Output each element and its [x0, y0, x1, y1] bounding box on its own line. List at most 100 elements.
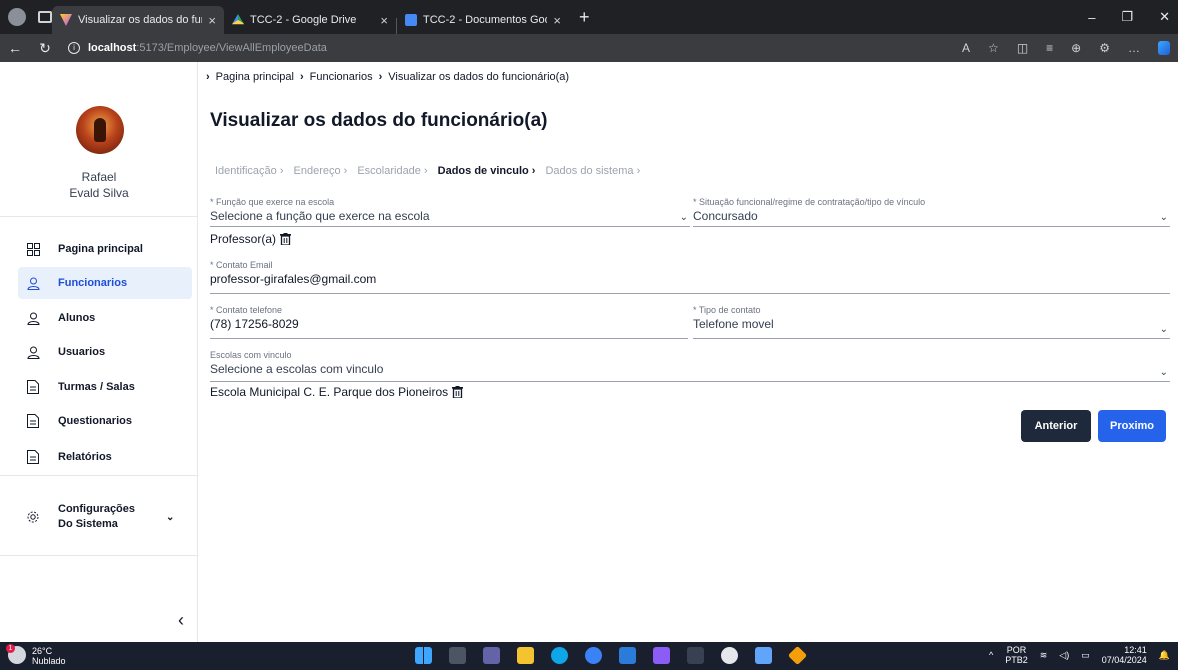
refresh-icon[interactable]: ↻ [30, 40, 60, 57]
terminal-icon[interactable] [687, 647, 704, 664]
sidebar-item-relatorios[interactable]: Relatórios [18, 441, 190, 473]
close-icon[interactable]: × [208, 13, 216, 28]
sidebar-item-label: Configurações Do Sistema [58, 503, 136, 530]
field-placeholder: Selecione a função que exerce na escola [210, 209, 430, 223]
close-icon[interactable]: × [553, 13, 561, 28]
browser-tab[interactable]: TCC-2 - Documentos Google × [397, 6, 569, 34]
extensions-icon[interactable]: ⚙ [1099, 41, 1110, 55]
field-value: Telefone movel [693, 317, 774, 331]
sidebar-item-label: Alunos [58, 312, 96, 324]
trash-icon[interactable] [280, 233, 292, 245]
new-tab-button[interactable]: + [579, 7, 590, 28]
sidebar-item-funcionarios[interactable]: Funcionarios [18, 267, 192, 299]
close-icon[interactable]: × [380, 13, 388, 28]
sidebar-item-alunos[interactable]: Alunos [18, 302, 190, 334]
user-icon [26, 311, 40, 325]
back-icon[interactable]: ← [0, 40, 30, 56]
escolas-select[interactable]: Escolas com vinculo Selecione a escolas … [210, 350, 1170, 382]
tipo-contato-select[interactable]: * Tipo de contato Telefone movel ⌄ [693, 305, 1170, 339]
volume-icon[interactable]: ◁) [1059, 650, 1069, 661]
avatar [76, 106, 124, 154]
temperature: 26°C [32, 646, 53, 656]
email-field[interactable]: * Contato Email professor-girafales@gmai… [210, 260, 1170, 294]
clock[interactable]: 12:41 07/04/2024 [1102, 645, 1147, 665]
browser-tab-active[interactable]: Visualizar os dados do funcionário(a) × [52, 6, 224, 34]
restore-icon[interactable]: ❐ [1121, 9, 1133, 25]
minimize-icon[interactable]: – [1088, 10, 1095, 25]
wifi-icon[interactable]: ≋ [1040, 650, 1048, 661]
read-aloud-icon[interactable]: A [962, 41, 970, 55]
sidebar-item-turmas-salas[interactable]: Turmas / Salas [18, 371, 190, 403]
copilot-icon[interactable] [1158, 41, 1170, 55]
chrome-icon[interactable] [721, 647, 738, 664]
sidebar-item-label: Questionarios [58, 415, 132, 427]
user-icon [26, 345, 40, 359]
step-dados-de-vinculo[interactable]: Dados de vinculo › [438, 165, 536, 177]
vscode-icon[interactable] [619, 647, 636, 664]
info-icon[interactable]: i [68, 42, 80, 54]
battery-icon[interactable]: ▭ [1081, 650, 1090, 661]
step-endereco[interactable]: Endereço › [294, 165, 348, 177]
sidebar-item-label: Funcionarios [58, 277, 128, 289]
app-icon[interactable] [755, 647, 772, 664]
field-label: Escolas com vinculo [210, 350, 292, 360]
sidebar-item-usuarios[interactable]: Usuarios [18, 336, 190, 368]
visual-studio-icon[interactable] [653, 647, 670, 664]
weather-widget[interactable]: 1 26°C Nublado [6, 644, 66, 666]
taskbar: 1 26°C Nublado ^ POR PTB2 ≋ ◁) ▭ 12:41 0… [0, 642, 1178, 670]
grid-icon [26, 242, 40, 256]
notification-bell-icon[interactable]: 🔔 [1159, 650, 1170, 661]
step-escolaridade[interactable]: Escolaridade › [357, 165, 427, 177]
task-view-icon[interactable] [449, 647, 466, 664]
split-screen-icon[interactable]: ◫ [1017, 41, 1028, 55]
file-explorer-icon[interactable] [517, 647, 534, 664]
sidebar-item-configuracoes[interactable]: Configurações Do Sistema ⌄ [18, 502, 190, 532]
field-label: * Situação funcional/regime de contrataç… [693, 197, 926, 207]
chevron-right-icon: › [206, 71, 210, 83]
previous-button[interactable]: Anterior [1021, 410, 1091, 442]
tab-title: Visualizar os dados do funcionário(a) [78, 14, 202, 26]
step-identificacao[interactable]: Identificação › [215, 165, 284, 177]
vite-icon [60, 14, 72, 26]
windows-start-icon[interactable] [415, 647, 432, 664]
chevron-up-icon[interactable]: ^ [989, 650, 993, 660]
telefone-field[interactable]: * Contato telefone (78) 17256-8029 [210, 305, 688, 339]
chevron-down-icon[interactable]: ⌄ [166, 512, 174, 523]
document-icon [26, 380, 40, 394]
field-label: * Tipo de contato [693, 305, 761, 315]
sidebar-divider [0, 475, 198, 476]
url-field[interactable]: i localhost:5173/Employee/ViewAllEmploye… [68, 42, 327, 54]
profile-icon[interactable] [8, 8, 26, 26]
breadcrumb-item[interactable]: Funcionarios [310, 71, 373, 83]
sidebar-divider [0, 216, 198, 217]
app-icon[interactable] [585, 647, 602, 664]
url-host: localhost [88, 42, 137, 54]
favorite-star-icon[interactable]: ☆ [988, 41, 999, 55]
sidebar-item-pagina-principal[interactable]: Pagina principal [18, 233, 190, 265]
sidebar-item-questionarios[interactable]: Questionarios [18, 405, 190, 437]
sidebar-item-label: Pagina principal [58, 243, 143, 255]
situacao-select[interactable]: * Situação funcional/regime de contrataç… [693, 197, 1170, 227]
browser-tab[interactable]: TCC-2 - Google Drive × [224, 6, 396, 34]
close-window-icon[interactable]: ✕ [1159, 9, 1170, 25]
next-button[interactable]: Proximo [1098, 410, 1166, 442]
collapse-sidebar-button[interactable]: ‹ [178, 610, 184, 631]
breadcrumb-item[interactable]: Pagina principal [216, 71, 294, 83]
address-bar: ← ↻ i localhost:5173/Employee/ViewAllEmp… [0, 34, 1178, 62]
more-icon[interactable]: … [1128, 41, 1140, 55]
collections-icon[interactable]: ⊕ [1071, 41, 1081, 55]
trash-icon[interactable] [452, 386, 464, 398]
breadcrumb-item-current: Visualizar os dados do funcionário(a) [388, 71, 570, 83]
language-indicator[interactable]: POR PTB2 [1005, 645, 1028, 665]
funcao-select[interactable]: * Função que exerce na escola Selecione … [210, 197, 690, 227]
user-last-name: Evald Silva [69, 186, 129, 200]
teams-icon[interactable] [483, 647, 500, 664]
edge-icon[interactable] [551, 647, 568, 664]
user-icon [26, 276, 40, 290]
step-dados-do-sistema[interactable]: Dados do sistema › [545, 165, 640, 177]
field-label: * Função que exerce na escola [210, 197, 335, 207]
tab-actions-icon[interactable] [38, 11, 52, 23]
favorites-icon[interactable]: ≡ [1046, 41, 1053, 55]
cloud-icon: 1 [6, 644, 26, 664]
git-icon[interactable] [787, 645, 808, 666]
